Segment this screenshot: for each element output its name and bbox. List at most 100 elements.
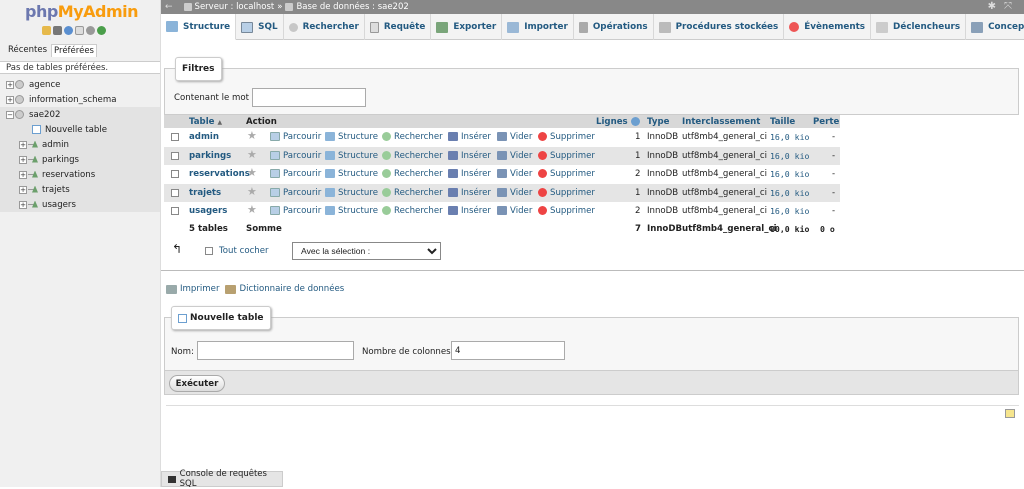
docs-icon[interactable] — [75, 26, 84, 35]
home-icon[interactable] — [42, 26, 51, 35]
settings-icon[interactable] — [86, 26, 95, 35]
browse-link[interactable]: Parcourir — [270, 150, 321, 161]
gear-icon[interactable]: ✱ — [988, 1, 996, 12]
tab-recent[interactable]: Récentes — [6, 44, 49, 57]
empty-link[interactable]: Vider — [497, 187, 532, 198]
page-settings-icon[interactable] — [1005, 409, 1015, 418]
browse-link[interactable]: Parcourir — [270, 206, 321, 216]
empty-link[interactable]: Vider — [497, 206, 532, 216]
insert-link[interactable]: Insérer — [448, 206, 491, 216]
row-checkbox[interactable] — [171, 188, 179, 197]
print-link[interactable]: Imprimer — [166, 284, 219, 294]
data-dictionary-link[interactable]: Dictionnaire de données — [225, 284, 344, 294]
empty-link[interactable]: Vider — [497, 150, 532, 161]
tab-sql[interactable]: SQL — [236, 14, 284, 40]
expand-icon[interactable]: + — [19, 185, 27, 194]
tree-table-parkings[interactable]: + parkings — [0, 152, 160, 167]
search-link[interactable]: Rechercher — [382, 150, 443, 161]
collapse-top-icon[interactable]: ⤧ — [1004, 1, 1012, 12]
favorite-star-icon[interactable]: ★ — [247, 203, 257, 216]
structure-link[interactable]: Structure — [325, 132, 378, 142]
tree-db-sae202[interactable]: − sae202 — [0, 107, 160, 122]
drop-link[interactable]: Supprimer — [538, 150, 595, 161]
table-name-link[interactable]: parkings — [189, 151, 231, 161]
table-size[interactable]: 16,0 kio — [770, 188, 809, 198]
tab-triggers[interactable]: Déclencheurs — [871, 14, 967, 40]
breadcrumb-database[interactable]: Base de données : sae202 — [296, 2, 408, 12]
col-table[interactable]: Table ▲ — [189, 117, 222, 127]
col-collation[interactable]: Interclassement — [682, 117, 760, 127]
expand-icon[interactable]: + — [19, 140, 27, 149]
check-all-checkbox[interactable] — [205, 247, 213, 255]
insert-link[interactable]: Insérer — [448, 187, 491, 198]
help-icon[interactable] — [630, 116, 640, 126]
expand-icon[interactable]: + — [19, 200, 27, 209]
structure-link[interactable]: Structure — [325, 169, 378, 179]
filter-input[interactable] — [252, 88, 366, 107]
search-link[interactable]: Rechercher — [382, 206, 443, 216]
drop-link[interactable]: Supprimer — [538, 206, 595, 216]
col-overhead[interactable]: Perte — [813, 117, 839, 127]
insert-link[interactable]: Insérer — [448, 169, 491, 179]
table-size[interactable]: 16,0 kio — [770, 206, 809, 216]
structure-link[interactable]: Structure — [325, 150, 378, 161]
search-link[interactable]: Rechercher — [382, 187, 443, 198]
row-checkbox[interactable] — [171, 207, 179, 215]
table-name-input[interactable] — [197, 341, 354, 360]
phpmyadmin-logo[interactable]: phpMyAdmin — [25, 2, 139, 21]
favorite-star-icon[interactable]: ★ — [247, 185, 257, 198]
browse-link[interactable]: Parcourir — [270, 132, 321, 142]
structure-link[interactable]: Structure — [325, 187, 378, 198]
insert-link[interactable]: Insérer — [448, 150, 491, 161]
tab-favorites[interactable]: Préférées — [51, 44, 97, 57]
reload-icon[interactable] — [97, 26, 106, 35]
help-icon[interactable] — [64, 26, 73, 35]
tree-db-information-schema[interactable]: + information_schema — [6, 92, 116, 107]
tab-structure[interactable]: Structure — [161, 14, 237, 40]
tab-export[interactable]: Exporter — [431, 14, 503, 40]
collapse-nav-icon[interactable]: ← — [165, 2, 173, 12]
insert-link[interactable]: Insérer — [448, 132, 491, 142]
expand-icon[interactable]: + — [6, 95, 14, 104]
drop-link[interactable]: Supprimer — [538, 169, 595, 179]
table-size[interactable]: 16,0 kio — [770, 169, 809, 179]
row-checkbox[interactable] — [171, 151, 179, 160]
expand-icon[interactable]: + — [6, 80, 14, 89]
tab-designer[interactable]: Concepteur — [966, 14, 1024, 40]
row-checkbox[interactable] — [171, 133, 179, 141]
search-link[interactable]: Rechercher — [382, 132, 443, 142]
empty-link[interactable]: Vider — [497, 169, 532, 179]
drop-link[interactable]: Supprimer — [538, 132, 595, 142]
tree-db-agence[interactable]: + agence — [6, 77, 60, 92]
collapse-icon[interactable]: − — [6, 110, 14, 119]
browse-link[interactable]: Parcourir — [270, 169, 321, 179]
col-size[interactable]: Taille — [770, 117, 795, 127]
tab-operations[interactable]: Opérations — [574, 14, 654, 40]
favorite-star-icon[interactable]: ★ — [247, 166, 257, 179]
tab-search[interactable]: Rechercher — [284, 14, 365, 40]
favorite-star-icon[interactable]: ★ — [247, 148, 257, 161]
tab-query[interactable]: Requête — [365, 14, 432, 40]
tree-new-table[interactable]: Nouvelle table — [0, 122, 160, 137]
browse-link[interactable]: Parcourir — [270, 187, 321, 198]
tab-events[interactable]: Évènements — [784, 14, 872, 40]
row-checkbox[interactable] — [171, 170, 179, 178]
tree-table-reservations[interactable]: + reservations — [0, 167, 160, 182]
col-rows[interactable]: Lignes — [596, 116, 640, 127]
col-type[interactable]: Type — [647, 117, 669, 127]
tree-table-admin[interactable]: + admin — [0, 137, 160, 152]
table-name-link[interactable]: usagers — [189, 206, 227, 216]
tab-import[interactable]: Importer — [502, 14, 574, 40]
search-link[interactable]: Rechercher — [382, 169, 443, 179]
table-name-link[interactable]: trajets — [189, 188, 221, 198]
columns-count-input[interactable]: 4 — [451, 341, 565, 360]
drop-link[interactable]: Supprimer — [538, 187, 595, 198]
with-selected-select[interactable]: Avec la sélection : — [292, 242, 441, 260]
favorite-star-icon[interactable]: ★ — [247, 129, 257, 142]
table-name-link[interactable]: reservations — [189, 169, 250, 179]
breadcrumb-server[interactable]: Serveur : localhost — [195, 2, 275, 12]
tab-routines[interactable]: Procédures stockées — [654, 14, 785, 40]
check-all-label[interactable]: Tout cocher — [219, 246, 269, 256]
tree-table-usagers[interactable]: + usagers — [0, 197, 160, 212]
table-size[interactable]: 16,0 kio — [770, 132, 809, 142]
